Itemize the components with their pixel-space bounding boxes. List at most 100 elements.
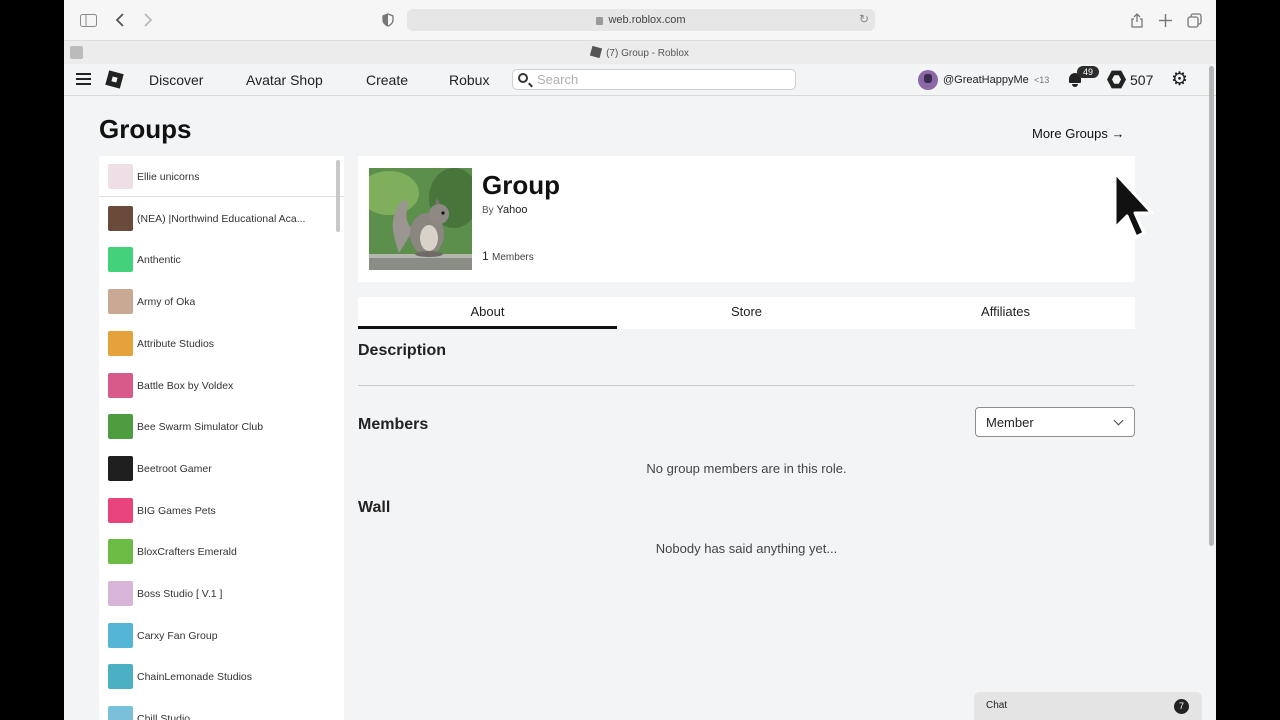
group-thumbnail <box>108 622 133 648</box>
group-list-item[interactable]: Ellie unicorns <box>99 156 344 197</box>
tab-overview-icon[interactable] <box>1184 10 1204 30</box>
search-icon <box>518 73 528 83</box>
group-thumbnail <box>108 330 133 356</box>
group-list-item-name: Carxy Fan Group <box>137 629 218 642</box>
group-list-item[interactable]: Bee Swarm Simulator Club <box>99 406 344 447</box>
group-list-item-name: (NEA) |Northwind Educational Aca... <box>137 212 306 225</box>
tab-about[interactable]: About <box>358 297 617 329</box>
group-list-item-name: Ellie unicorns <box>137 171 200 183</box>
group-list-item-name: Bee Swarm Simulator Club <box>137 421 264 434</box>
group-thumbnail <box>108 205 133 231</box>
chevron-down-icon <box>1113 415 1124 426</box>
chat-label: Chat <box>986 700 1008 711</box>
chat-bar[interactable]: Chat 7 <box>974 692 1202 720</box>
nav-create[interactable]: Create <box>366 72 408 88</box>
group-list-item-name: Attribute Studios <box>137 337 215 350</box>
group-thumbnail <box>108 289 133 315</box>
group-list-item[interactable]: Army of Oka <box>99 281 344 322</box>
reload-icon[interactable]: ↻ <box>859 12 869 26</box>
age-tag: <13 <box>1034 75 1050 85</box>
nav-discover[interactable]: Discover <box>149 72 203 88</box>
member-count-value: 1 <box>482 249 489 263</box>
chat-unread-badge: 7 <box>1174 699 1189 714</box>
screen: web.roblox.com ↻ (7) Group - Roblox Disc… <box>64 0 1216 720</box>
back-icon[interactable] <box>110 10 130 30</box>
browser-tab[interactable]: (7) Group - Roblox <box>64 45 1216 59</box>
group-list-item-name: Army of Oka <box>137 296 196 309</box>
group-list-item-name: BloxCrafters Emerald <box>137 546 237 559</box>
robux-balance[interactable]: 507 <box>1130 72 1153 88</box>
lock-icon <box>596 17 604 25</box>
section-divider <box>358 385 1135 386</box>
group-tabs: About Store Affiliates <box>358 297 1135 329</box>
member-count: 1 Members <box>482 249 534 263</box>
group-thumbnail <box>108 372 133 398</box>
group-list-item[interactable]: BloxCrafters Emerald <box>99 531 344 572</box>
members-heading: Members <box>358 416 429 433</box>
group-thumbnail <box>108 706 133 720</box>
search-input[interactable] <box>537 71 787 88</box>
by-label: By <box>482 205 494 216</box>
group-thumbnail <box>108 247 133 273</box>
group-thumbnail <box>108 164 133 189</box>
group-thumbnail <box>108 497 133 523</box>
roblox-favicon-icon <box>589 45 603 59</box>
group-list-item[interactable]: Beetroot Gamer <box>99 448 344 489</box>
group-list-item-name: Chill Studio <box>137 713 191 720</box>
nav-robux[interactable]: Robux <box>449 72 489 88</box>
page-scrollbar[interactable] <box>1209 66 1214 546</box>
group-thumbnail <box>108 664 133 690</box>
group-thumbnail <box>108 414 133 440</box>
group-list-item[interactable]: Carxy Fan Group <box>99 615 344 656</box>
roblox-logo-icon[interactable] <box>105 70 124 89</box>
group-list-item[interactable]: Chill Studio <box>99 698 344 720</box>
group-emblem <box>369 168 472 270</box>
group-list-item[interactable]: Boss Studio [ V.1 ] <box>99 573 344 614</box>
groups-list: Ellie unicorns (NEA) |Northwind Education… <box>99 156 344 720</box>
group-list-item-name: Anthentic <box>137 254 181 267</box>
groups-list-scrollbar[interactable] <box>336 160 340 232</box>
group-list-item-name: Battle Box by Voldex <box>137 379 234 392</box>
tab-store[interactable]: Store <box>617 297 876 329</box>
more-groups-link[interactable]: More Groups → <box>1032 126 1124 141</box>
tab-affiliates[interactable]: Affiliates <box>876 297 1135 329</box>
privacy-shield-icon[interactable] <box>378 10 398 30</box>
group-list-item-name: Boss Studio [ V.1 ] <box>137 588 223 600</box>
description-heading: Description <box>358 342 447 359</box>
group-list-item[interactable]: Anthentic <box>99 239 344 280</box>
new-tab-icon[interactable] <box>1155 10 1175 30</box>
member-count-label: Members <box>492 252 534 263</box>
role-dropdown-value: Member <box>986 415 1034 430</box>
group-list-item-name: BIG Games Pets <box>137 504 216 517</box>
group-thumbnail <box>108 581 133 606</box>
wall-empty-message: Nobody has said anything yet... <box>655 541 838 556</box>
group-list-item-name: ChainLemonade Studios <box>137 671 252 684</box>
share-icon[interactable] <box>1127 10 1147 30</box>
group-list-item[interactable]: Attribute Studios <box>99 323 344 364</box>
username[interactable]: @GreatHappyMe <box>943 74 1029 86</box>
group-name: Group <box>482 170 560 200</box>
address-bar[interactable]: web.roblox.com ↻ <box>407 9 875 31</box>
url-text: web.roblox.com <box>608 14 686 26</box>
browser-toolbar: web.roblox.com ↻ <box>64 0 1216 40</box>
group-list-item-name: Beetroot Gamer <box>137 462 212 475</box>
role-dropdown[interactable]: Member <box>975 407 1135 437</box>
settings-gear-icon[interactable]: ⚙ <box>1170 70 1189 89</box>
group-owner-link[interactable]: Yahoo <box>496 204 527 216</box>
menu-icon[interactable] <box>76 73 91 85</box>
group-list-item[interactable]: ChainLemonade Studios <box>99 656 344 697</box>
avatar[interactable] <box>918 70 938 90</box>
robux-icon[interactable] <box>1107 70 1126 89</box>
search-box[interactable] <box>512 69 796 90</box>
group-list-item[interactable]: (NEA) |Northwind Educational Aca... <box>99 198 344 239</box>
forward-icon[interactable] <box>138 10 158 30</box>
nav-avatar-shop[interactable]: Avatar Shop <box>246 72 323 88</box>
group-thumbnail <box>108 539 133 565</box>
group-list-item[interactable]: BIG Games Pets <box>99 490 344 531</box>
group-list-item[interactable]: Battle Box by Voldex <box>99 365 344 406</box>
group-thumbnail <box>108 455 133 481</box>
group-header-card: Group By Yahoo 1 Members <box>358 156 1135 282</box>
group-owner-line: By Yahoo <box>482 204 527 216</box>
members-empty-message: No group members are in this role. <box>646 461 847 476</box>
sidebar-toggle-icon[interactable] <box>78 10 98 30</box>
